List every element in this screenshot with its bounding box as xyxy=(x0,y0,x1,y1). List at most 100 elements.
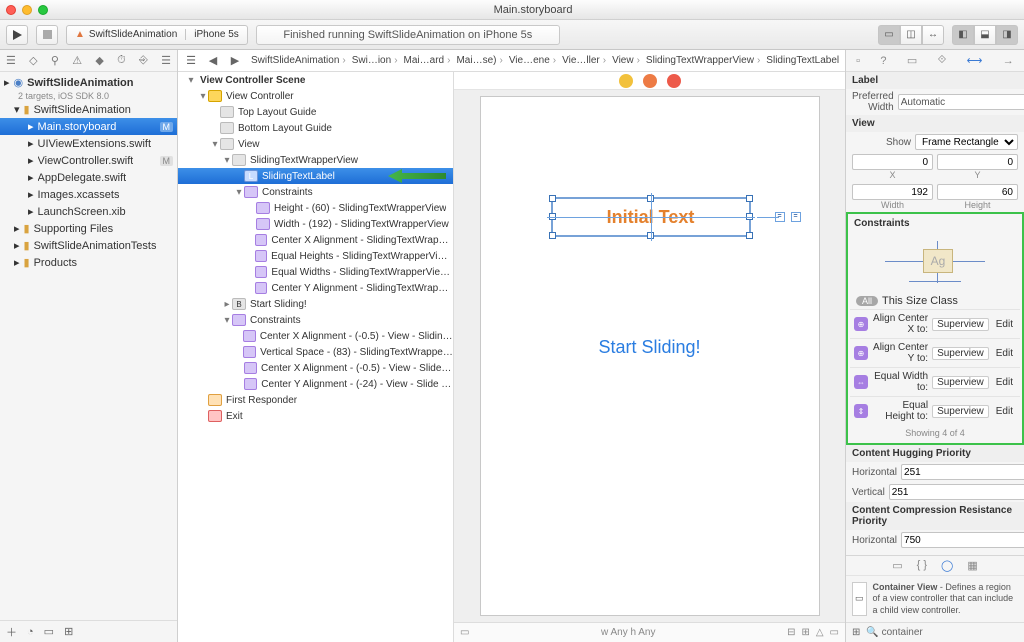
constraint-row[interactable]: ⇕Equal Height to:SuperviewEdit xyxy=(850,396,1020,425)
outline-constraint[interactable]: Center Y Alignment - SlidingTextWrapperV… xyxy=(178,280,453,296)
outline-constraint[interactable]: Vertical Space - (83) - SlidingTextWrapp… xyxy=(178,344,453,360)
viewcontroller-icon[interactable] xyxy=(619,74,633,88)
standard-editor-icon[interactable]: ▭ xyxy=(878,25,900,45)
grid-view-icon[interactable]: ⊞ xyxy=(852,627,860,638)
outline-constraint[interactable]: Center X Alignment - SlidingTextWrapperV… xyxy=(178,232,453,248)
code-snippets-icon[interactable]: { } xyxy=(917,559,927,572)
constraint-row[interactable]: ⇔Equal Width to:SuperviewEdit xyxy=(850,367,1020,396)
chp-v-input[interactable] xyxy=(889,484,1024,500)
file-inspector-icon[interactable]: ▫ xyxy=(856,55,860,67)
outline-scene[interactable]: ▾View Controller Scene xyxy=(178,72,453,88)
tests-tab-icon[interactable]: ◆ xyxy=(95,54,103,67)
outline-exit[interactable]: Exit xyxy=(178,408,453,424)
crumb-6[interactable]: View xyxy=(609,55,643,66)
zoom-window-icon[interactable] xyxy=(38,5,48,15)
resolve-tool-icon[interactable]: △ xyxy=(816,627,824,638)
outline-constraint[interactable]: Equal Heights - SlidingTextWrapperView -… xyxy=(178,248,453,264)
device-view[interactable]: Initial Text = = Start Slid xyxy=(480,96,820,616)
crumb-2[interactable]: Mai…ard xyxy=(401,55,454,66)
edit-constraint-button[interactable]: Edit xyxy=(993,406,1016,417)
nav-project-root[interactable]: ▸◉SwiftSlideAnimation xyxy=(0,74,177,91)
first-responder-icon[interactable] xyxy=(643,74,657,88)
edit-constraint-button[interactable]: Edit xyxy=(993,348,1016,359)
crumb-7[interactable]: SlidingTextWrapperView xyxy=(643,55,763,66)
constraint-row[interactable]: ⊕Align Center X to:SuperviewEdit xyxy=(850,309,1020,338)
connections-inspector-icon[interactable]: → xyxy=(1003,55,1014,67)
outline-view-constraints[interactable]: ▾Constraints xyxy=(178,312,453,328)
outline-bottom-guide[interactable]: Bottom Layout Guide xyxy=(178,120,453,136)
edit-constraint-button[interactable]: Edit xyxy=(993,377,1016,388)
preferred-width-input[interactable] xyxy=(898,94,1024,110)
y-input[interactable] xyxy=(937,154,1018,170)
all-pill[interactable]: All xyxy=(856,296,878,306)
quickhelp-inspector-icon[interactable]: ? xyxy=(880,55,886,67)
outline-constraint[interactable]: Equal Widths - SlidingTextWrapperView - … xyxy=(178,264,453,280)
outline-constraint[interactable]: Center Y Alignment - (-24) - View - Slid… xyxy=(178,376,453,392)
crumb-8[interactable]: SlidingTextLabel xyxy=(763,55,841,66)
stop-button[interactable] xyxy=(36,25,58,45)
nav-file-viewcontroller[interactable]: ▸ViewController.swiftM xyxy=(0,152,177,169)
identity-inspector-icon[interactable]: ▭ xyxy=(907,54,917,67)
breakpoints-tab-icon[interactable]: ⎆ xyxy=(139,54,148,67)
height-input[interactable] xyxy=(937,184,1018,200)
outline-top-guide[interactable]: Top Layout Guide xyxy=(178,104,453,120)
canvas[interactable]: Initial Text = = Start Slid xyxy=(454,90,845,622)
forward-icon[interactable]: ▶ xyxy=(226,53,244,69)
nav-file-images[interactable]: ▸Images.xcassets xyxy=(0,186,177,203)
size-inspector-icon[interactable]: ⟷ xyxy=(967,54,983,67)
issues-tab-icon[interactable]: ⚠ xyxy=(72,54,82,67)
align-tool-icon[interactable]: ⊟ xyxy=(787,627,795,638)
files-tab-icon[interactable]: ☰ xyxy=(6,54,16,67)
close-window-icon[interactable] xyxy=(6,5,16,15)
library-item[interactable]: ▭ Container View - Defines a region of a… xyxy=(846,575,1024,622)
nav-group-tests[interactable]: ▸▮SwiftSlideAnimationTests xyxy=(0,237,177,254)
run-button[interactable] xyxy=(6,25,28,45)
nav-group-supporting[interactable]: ▸▮Supporting Files xyxy=(0,220,177,237)
scheme-selector[interactable]: ▲SwiftSlideAnimation iPhone 5s xyxy=(66,25,248,45)
nav-group-products[interactable]: ▸▮Products xyxy=(0,254,177,271)
filter-scm-icon[interactable]: ▭ xyxy=(44,625,54,638)
add-icon[interactable]: ＋ xyxy=(6,624,17,640)
nav-file-storyboard[interactable]: ▸Main.storyboardM xyxy=(0,118,177,135)
outline-start-button[interactable]: ▸BStart Sliding! xyxy=(178,296,453,312)
nav-file-launch[interactable]: ▸LaunchScreen.xib xyxy=(0,203,177,220)
outline-constraint[interactable]: Center X Alignment - (-0.5) - View - Sli… xyxy=(178,328,453,344)
search-tab-icon[interactable]: ⚲ xyxy=(51,54,59,67)
scheme-app[interactable]: ▲SwiftSlideAnimation xyxy=(67,29,185,40)
objects-icon[interactable]: ◯ xyxy=(941,559,953,572)
chp-h-input[interactable] xyxy=(901,464,1024,480)
outline-viewcontroller[interactable]: ▾View Controller xyxy=(178,88,453,104)
debug-tab-icon[interactable]: ⏱ xyxy=(117,54,126,67)
outline-wrapper[interactable]: ▾SlidingTextWrapperView xyxy=(178,152,453,168)
toggle-outline-icon[interactable]: ▭ xyxy=(460,627,469,638)
minimize-window-icon[interactable] xyxy=(22,5,32,15)
nav-file-appdelegate[interactable]: ▸AppDelegate.swift xyxy=(0,169,177,186)
version-editor-icon[interactable]: ↔ xyxy=(922,25,944,45)
outline-constraint[interactable]: Width - (192) - SlidingTextWrapperView xyxy=(178,216,453,232)
selected-label[interactable]: Initial Text = = xyxy=(551,197,751,237)
edit-constraint-button[interactable]: Edit xyxy=(993,319,1016,330)
nav-group-app[interactable]: ▾▮SwiftSlideAnimation xyxy=(0,101,177,118)
show-select[interactable]: Frame Rectangle xyxy=(915,134,1018,150)
filter-input[interactable]: container xyxy=(882,627,923,638)
symbols-tab-icon[interactable]: ◇ xyxy=(29,54,37,67)
filter-recent-icon[interactable]: ◔ xyxy=(27,626,34,638)
crumb-5[interactable]: Vie…ller xyxy=(559,55,609,66)
resize-tool-icon[interactable]: ▭ xyxy=(830,627,839,638)
crumb-4[interactable]: Vie…ene xyxy=(506,55,559,66)
nav-file-extensions[interactable]: ▸UIViewExtensions.swift xyxy=(0,135,177,152)
related-items-icon[interactable]: ☰ xyxy=(182,53,200,69)
media-icon[interactable]: ▦ xyxy=(967,559,977,572)
constraint-row[interactable]: ⊕Align Center Y to:SuperviewEdit xyxy=(850,338,1020,367)
filter-icon[interactable]: ⊞ xyxy=(64,625,73,638)
ccrp-h-input[interactable] xyxy=(901,532,1024,548)
outline-first-responder[interactable]: First Responder xyxy=(178,392,453,408)
scheme-device[interactable]: iPhone 5s xyxy=(185,29,246,40)
outline-view[interactable]: ▾View xyxy=(178,136,453,152)
back-icon[interactable]: ◀ xyxy=(204,53,222,69)
toggle-navigator-icon[interactable]: ◧ xyxy=(952,25,974,45)
crumb-1[interactable]: Swi…ion xyxy=(349,55,401,66)
exit-icon[interactable] xyxy=(667,74,681,88)
reports-tab-icon[interactable]: ☰ xyxy=(161,54,171,67)
toggle-debug-icon[interactable]: ⬓ xyxy=(974,25,996,45)
